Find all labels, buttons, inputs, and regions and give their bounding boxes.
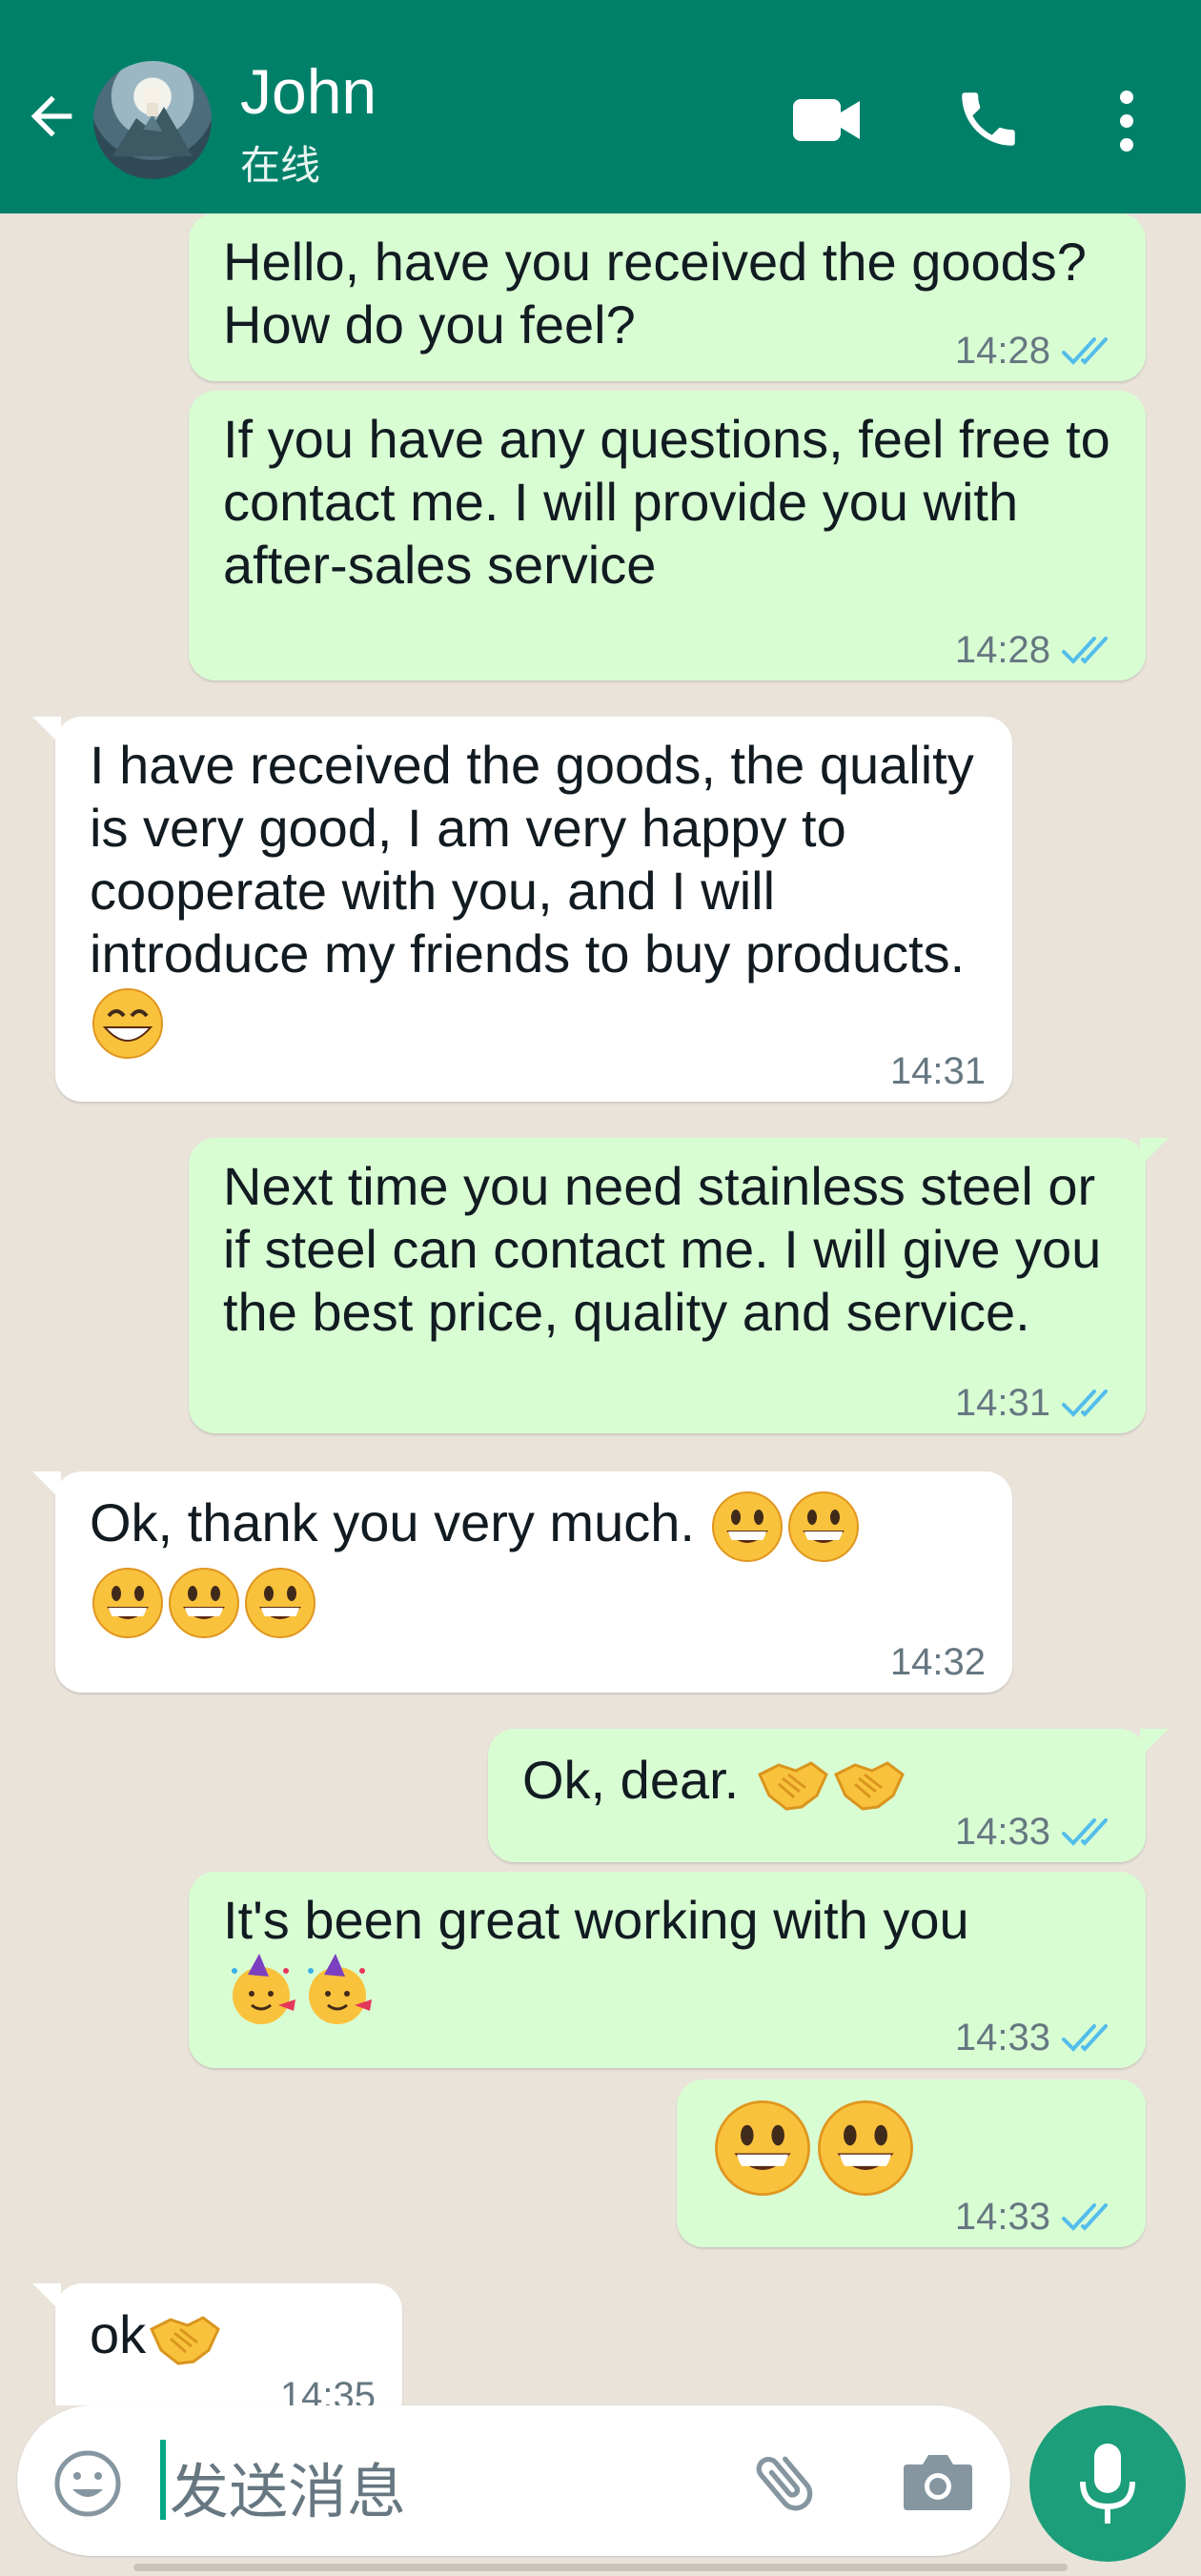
read-receipt-icon [1060,2020,1119,2055]
message-bubble-outgoing[interactable]: Hello, have you received the goods? How … [189,213,1146,381]
video-call-icon[interactable] [791,88,864,152]
message-meta: 14:28 [955,631,1119,669]
camera-icon[interactable] [900,2449,976,2514]
message-time: 14:33 [954,2017,1050,2059]
contact-status: 在线 [240,142,321,189]
read-receipt-icon [1060,2200,1119,2234]
grinning-face-emoji [785,1489,862,1565]
message-time: 14:32 [889,1641,986,1683]
microphone-icon [1080,2444,1135,2524]
grinning-face-emoji [814,2097,917,2200]
message-time: 14:33 [954,2196,1050,2238]
grinning-face-emoji [711,2097,814,2200]
message-bubble-outgoing[interactable]: Ok, dear. 14:33 [488,1729,1169,1862]
message-text: If you have any questions, feel free to … [223,409,1110,595]
partying-face-emoji [223,1952,299,2028]
message-text: ok [90,2303,147,2364]
message-meta: 14:31 [955,1384,1119,1422]
attach-icon[interactable] [747,2444,824,2520]
message-time: 14:28 [954,330,1050,372]
message-text: Ok, dear. [522,1749,740,1810]
handshake-emoji [830,1746,906,1822]
message-bubble-incoming[interactable]: ok 14:35 [32,2283,402,2405]
message-text: It's been great working with you [223,1890,969,1950]
read-receipt-icon [1060,1815,1119,1849]
home-indicator [133,2564,1068,2571]
emoji-picker-icon[interactable] [51,2447,124,2520]
message-text: I have received the goods, the quality i… [90,735,974,984]
message-bubble-outgoing[interactable]: 14:33 [677,2079,1146,2247]
back-arrow-icon[interactable] [21,86,82,147]
message-list[interactable]: Hello, have you received the goods? How … [0,213,1201,2405]
partying-face-emoji [299,1952,376,2028]
message-time: 14:31 [954,1382,1050,1424]
grinning-face-emoji [242,1565,318,1641]
grinning-face-emoji [709,1489,785,1565]
message-bubble-incoming[interactable]: Ok, thank you very much. 14:32 [32,1471,1012,1693]
message-meta: 14:33 [955,1813,1119,1851]
grinning-face-emoji [90,1565,166,1641]
message-input[interactable]: 发送消息 [170,2444,406,2529]
voice-call-icon[interactable] [953,84,1024,154]
message-composer[interactable]: 发送消息 [17,2405,1010,2556]
voice-message-button[interactable] [1029,2405,1186,2562]
avatar[interactable] [93,61,212,179]
message-text: Next time you need stainless steel or if… [223,1156,1102,1342]
message-meta: 14:28 [955,332,1119,370]
contact-name[interactable]: John [240,55,377,128]
read-receipt-icon [1060,1386,1119,1420]
chat-header: John 在线 [0,0,1201,213]
message-time: 14:28 [954,629,1050,671]
message-time: 14:33 [954,1811,1050,1853]
message-bubble-outgoing[interactable]: Next time you need stainless steel or if… [189,1138,1169,1433]
message-bubble-incoming[interactable]: I have received the goods, the quality i… [32,717,1012,1102]
message-meta: 14:33 [955,2018,1119,2057]
read-receipt-icon [1060,633,1119,667]
message-meta: 14:33 [955,2198,1119,2236]
message-meta: 14:35 [280,2377,376,2405]
message-time: 14:31 [889,1050,986,1092]
grinning-face-emoji [166,1565,242,1641]
text-caret [160,2440,166,2520]
message-meta: 14:31 [890,1052,986,1090]
handshake-emoji [754,1746,830,1822]
beaming-face-emoji [90,985,166,1062]
read-receipt-icon [1060,334,1119,368]
more-options-icon[interactable] [1106,88,1148,154]
message-bubble-outgoing[interactable]: It's been great working with you 14:33 [189,1872,1146,2068]
message-meta: 14:32 [890,1643,986,1681]
message-text: Ok, thank you very much. [90,1491,695,1552]
message-bubble-outgoing[interactable]: If you have any questions, feel free to … [189,391,1146,680]
message-time: 14:35 [279,2375,376,2405]
handshake-emoji [146,2301,222,2377]
